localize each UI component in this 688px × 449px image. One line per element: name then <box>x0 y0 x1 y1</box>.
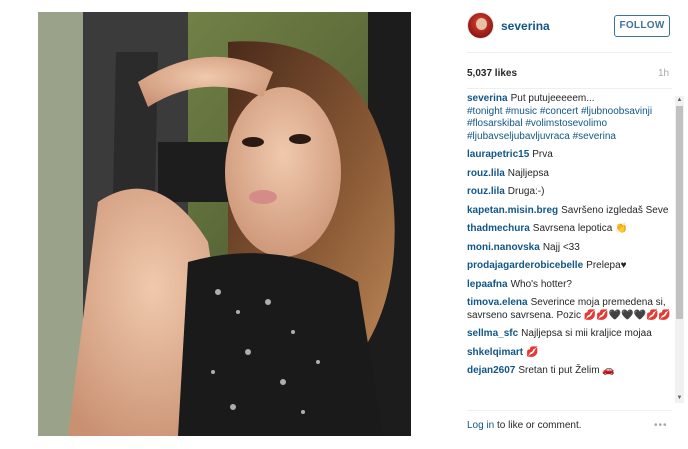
post-sidebar: severina FOLLOW 5,037 likes 1h severina P… <box>467 0 688 449</box>
comment-text: Druga:-) <box>507 186 545 197</box>
list-item: rouz.lila Druga:-) <box>467 186 672 199</box>
comment-author[interactable]: prodajagarderobicebelle <box>467 260 583 271</box>
comment-author[interactable]: shkelqimart <box>467 347 523 358</box>
list-item: kapetan.misin.breg Savršeno izgledaš Seve <box>467 205 672 218</box>
likes-count[interactable]: 5,037 likes <box>467 68 517 79</box>
caption-hashtags[interactable]: #tonight #music #concert #ljubnoobsavinj… <box>467 106 652 142</box>
comment-text: Prelepa♥ <box>586 260 627 271</box>
comment-text: Sretan ti put Želim 🚗 <box>518 365 615 376</box>
divider <box>467 410 672 411</box>
list-item: shkelqimart 💋 <box>467 347 672 360</box>
more-options-icon[interactable]: ••• <box>654 420 668 431</box>
list-item: lepaafna Who's hotter? <box>467 279 672 292</box>
comment-author[interactable]: timova.elena <box>467 297 528 308</box>
username-link[interactable]: severina <box>501 19 550 33</box>
post-footer: Log in to like or comment. ••• <box>467 420 677 436</box>
comment-author[interactable]: moni.nanovska <box>467 242 540 253</box>
post-time[interactable]: 1h <box>658 68 669 79</box>
post-photo[interactable] <box>38 12 411 436</box>
list-item: rouz.lila Najljepsa <box>467 168 672 181</box>
comments-scrollbar[interactable]: ▲ ▼ <box>675 96 684 403</box>
list-item: dejan2607 Sretan ti put Želim 🚗 <box>467 365 672 378</box>
scroll-down-arrow-icon[interactable]: ▼ <box>675 394 684 403</box>
comment-author[interactable]: kapetan.misin.breg <box>467 205 558 216</box>
list-item: prodajagarderobicebelle Prelepa♥ <box>467 260 672 273</box>
list-item: thadmechura Savrsena lepotica 👏 <box>467 223 672 236</box>
comment-text: Who's hotter? <box>510 278 572 290</box>
comment-author[interactable]: laurapetric15 <box>467 149 529 160</box>
follow-button[interactable]: FOLLOW <box>614 15 670 37</box>
comment-text: Najljepsa <box>507 167 549 179</box>
divider <box>467 52 672 53</box>
comment-text: Najljepsa si mii kraljice mojaa <box>521 328 652 339</box>
list-item: laurapetric15 Prva <box>467 149 672 162</box>
comment-author[interactable]: severina <box>467 93 508 104</box>
list-item: timova.elena Severince moja premedena si,… <box>467 297 672 322</box>
avatar[interactable] <box>467 12 494 39</box>
scrollbar-thumb[interactable] <box>676 106 683 319</box>
divider <box>467 88 672 89</box>
comment-text: 💋 <box>526 346 539 358</box>
post-photo-image <box>38 12 411 436</box>
comment-author[interactable]: rouz.lila <box>467 168 505 179</box>
post-header: severina FOLLOW <box>467 12 677 40</box>
login-prompt-text: to like or comment. <box>494 420 582 431</box>
caption: severina Put putujeeeeem... #tonight #mus… <box>467 93 672 143</box>
caption-text: Put putujeeeeem... <box>510 93 595 104</box>
comment-text: Savrsena lepotica 👏 <box>532 223 628 234</box>
comment-author[interactable]: sellma_sfc <box>467 328 518 339</box>
comments-list[interactable]: severina Put putujeeeeem... #tonight #mus… <box>467 93 672 403</box>
comment-author[interactable]: lepaafna <box>467 279 508 290</box>
comment-text: Prva <box>532 149 553 160</box>
login-link[interactable]: Log in <box>467 420 494 431</box>
comment-author[interactable]: dejan2607 <box>467 365 515 376</box>
comment-text: Savršeno izgledaš Seve <box>561 204 669 216</box>
scroll-up-arrow-icon[interactable]: ▲ <box>675 96 684 105</box>
comment-text: Najj <33 <box>542 241 580 253</box>
comment-author[interactable]: rouz.lila <box>467 186 505 197</box>
comment-author[interactable]: thadmechura <box>467 223 530 234</box>
list-item: moni.nanovska Najj <33 <box>467 242 672 255</box>
list-item: sellma_sfc Najljepsa si mii kraljice moja… <box>467 328 672 341</box>
